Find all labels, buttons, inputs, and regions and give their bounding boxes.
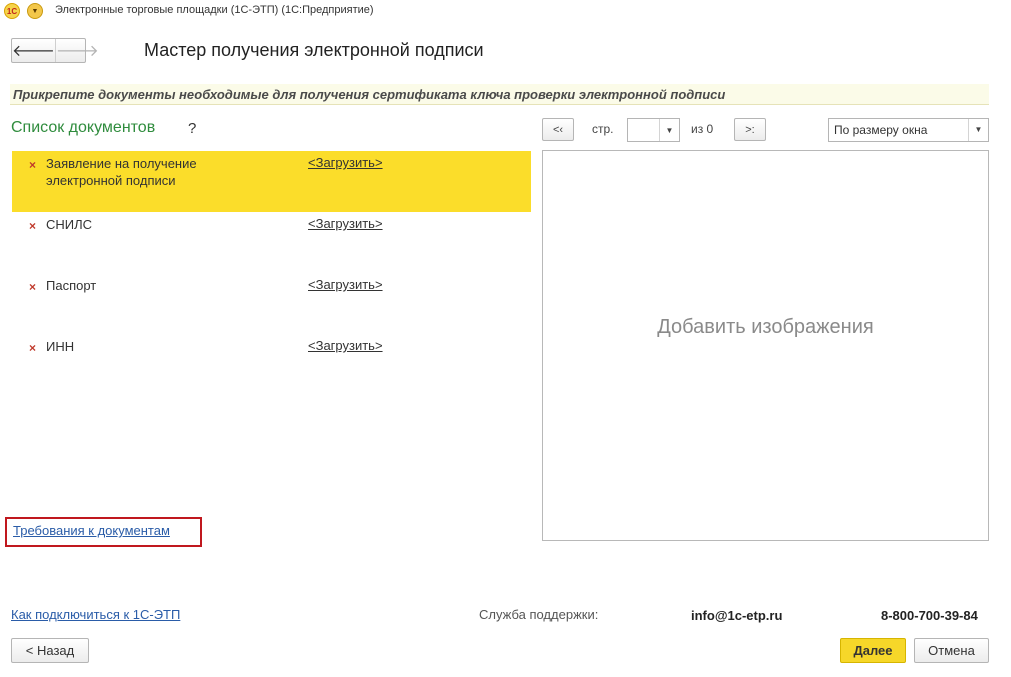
- add-images-placeholder[interactable]: Добавить изображения: [543, 316, 988, 339]
- upload-link[interactable]: <Загрузить>: [308, 216, 383, 231]
- window-title: Электронные торговые площадки (1С-ЭТП) (…: [55, 4, 374, 16]
- upload-link[interactable]: <Загрузить>: [308, 338, 383, 353]
- support-email: info@1c-etp.ru: [691, 608, 783, 623]
- document-name: ИНН: [46, 339, 75, 354]
- document-row-application[interactable]: × Заявление на получение электронной под…: [12, 151, 531, 212]
- main-menu-icon[interactable]: ▼: [27, 3, 43, 19]
- zoom-select[interactable]: По размеру окна ▼: [828, 118, 989, 142]
- requirements-link[interactable]: Требования к документам: [13, 523, 170, 538]
- arrow-right-icon[interactable]: 🡒: [56, 39, 99, 62]
- upload-link[interactable]: <Загрузить>: [308, 155, 383, 170]
- documents-list: × Заявление на получение электронной под…: [12, 151, 531, 395]
- cancel-button[interactable]: Отмена: [914, 638, 989, 663]
- back-button[interactable]: < Назад: [11, 638, 89, 663]
- support-phone: 8-800-700-39-84: [881, 608, 978, 623]
- page-number-field[interactable]: ▼: [627, 118, 680, 142]
- next-button[interactable]: Далее: [840, 638, 906, 663]
- page-title: Мастер получения электронной подписи: [144, 40, 484, 60]
- missing-mark-icon: ×: [29, 158, 37, 172]
- upload-link[interactable]: <Загрузить>: [308, 277, 383, 292]
- logo-text: 1С: [6, 6, 18, 16]
- chevron-down-icon[interactable]: ▼: [659, 119, 679, 141]
- document-row-snils[interactable]: × СНИЛС <Загрузить>: [12, 212, 531, 273]
- document-name: СНИЛС: [46, 217, 93, 232]
- missing-mark-icon: ×: [29, 280, 37, 294]
- prev-page-button[interactable]: <‹: [542, 118, 574, 141]
- navigation-buttons: 🡐 🡒: [11, 38, 99, 63]
- how-to-connect-link[interactable]: Как подключиться к 1С-ЭТП: [11, 607, 180, 622]
- image-viewer[interactable]: Добавить изображения: [542, 150, 989, 541]
- document-row-inn[interactable]: × ИНН <Загрузить>: [12, 334, 531, 395]
- document-row-passport[interactable]: × Паспорт <Загрузить>: [12, 273, 531, 334]
- documents-list-title: Список документов: [11, 119, 156, 136]
- support-label: Служба поддержки:: [479, 607, 599, 622]
- zoom-value: По размеру окна: [834, 123, 928, 137]
- page-count-label: из 0: [691, 122, 714, 136]
- chevron-down-icon[interactable]: ▼: [968, 119, 988, 141]
- title-bar: 1С ▼ Электронные торговые площадки (1С-Э…: [0, 0, 1011, 22]
- help-icon[interactable]: ?: [188, 120, 196, 137]
- arrow-left-icon[interactable]: 🡐: [12, 39, 56, 62]
- page-label: стр.: [592, 122, 614, 136]
- missing-mark-icon: ×: [29, 341, 37, 355]
- document-name: Паспорт: [46, 278, 97, 293]
- document-name: Заявление на получение электронной подпи…: [46, 156, 197, 188]
- missing-mark-icon: ×: [29, 219, 37, 233]
- instruction-hint: Прикрепите документы необходимые для пол…: [10, 84, 989, 105]
- next-page-button[interactable]: >:: [734, 118, 766, 141]
- 1c-logo-icon[interactable]: 1С: [4, 3, 20, 19]
